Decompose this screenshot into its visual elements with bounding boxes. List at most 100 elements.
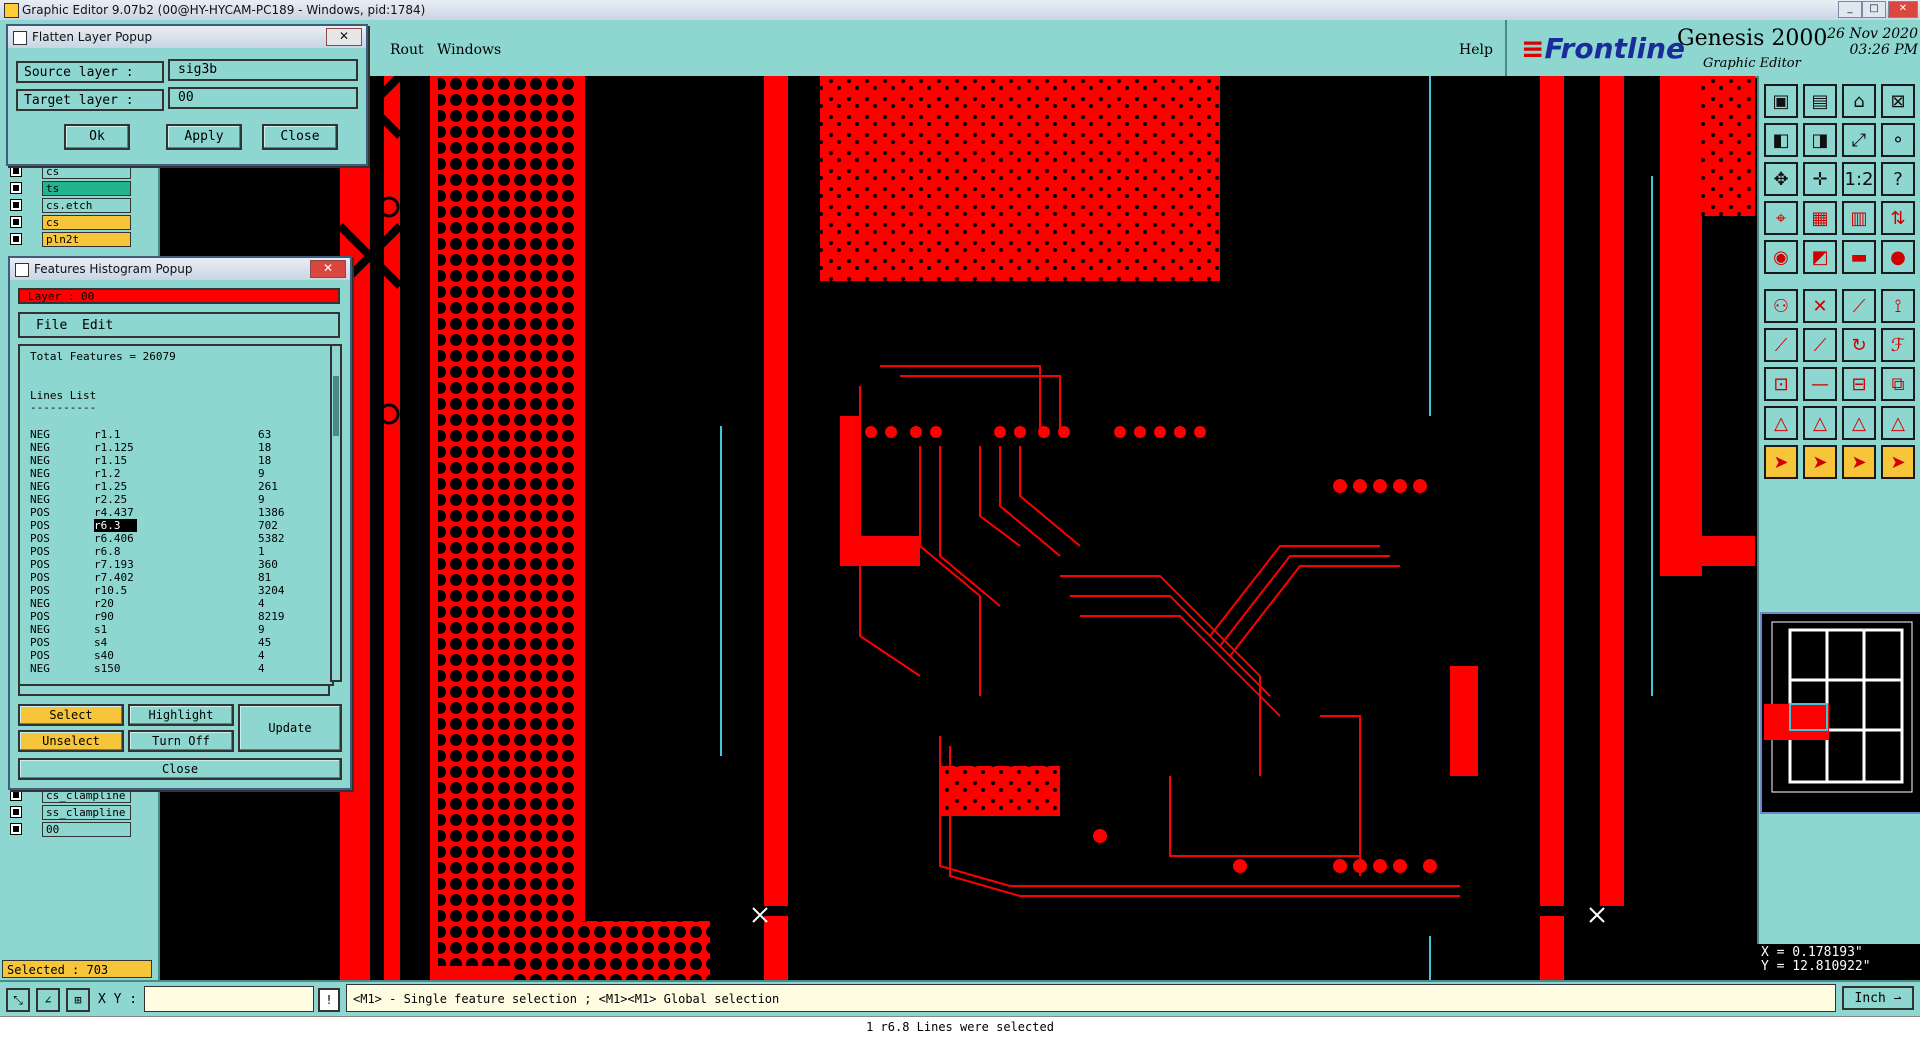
pointer2-icon[interactable]: ➤ [1803,445,1837,479]
histogram-close-button[interactable]: Close [18,758,342,780]
layer-checkbox[interactable] [10,806,22,818]
xy-input[interactable] [144,986,314,1012]
close-button[interactable]: Close [262,124,338,150]
circle-icon[interactable]: ● [1881,240,1915,274]
layer-row[interactable]: cs.etch [4,198,154,213]
menu-windows[interactable]: Windows [437,42,501,58]
ok-button[interactable]: Ok [64,124,130,150]
slash-red-icon[interactable]: ⟋ [1803,328,1837,362]
list-scrollbar[interactable] [330,344,342,682]
net-icon-glyph: ⚇ [1772,295,1790,317]
move-icon[interactable]: ✥ [1764,162,1798,196]
copy-icon[interactable]: ⧉ [1881,367,1915,401]
zoom-home-icon[interactable]: ⊠ [1881,84,1915,118]
ruler-icon[interactable]: ▬ [1842,240,1876,274]
arc-point-icon[interactable]: ⟟ [1881,289,1915,323]
zoom-fit-icon[interactable]: ⤢ [1842,123,1876,157]
poly2-icon[interactable]: △ [1803,406,1837,440]
maximize-button[interactable]: □ [1862,1,1886,18]
minus-icon[interactable]: — [1803,367,1837,401]
poly2-icon-glyph: △ [1813,412,1827,434]
center-icon[interactable]: ✛ [1803,162,1837,196]
layer-row[interactable]: ts [4,181,154,196]
layer-row[interactable]: cs [4,215,154,230]
layer-checkbox[interactable] [10,182,22,194]
graphic-canvas[interactable] [160,76,1755,980]
histogram-popup-close[interactable]: ✕ [310,260,346,278]
update-button[interactable]: Update [238,704,342,752]
horizontal-scrollbar[interactable] [18,684,330,696]
rotate-icon[interactable]: ↻ [1842,328,1876,362]
pointer3-icon[interactable]: ➤ [1842,445,1876,479]
layer-checkbox[interactable] [10,216,22,228]
snap-icon[interactable]: ⇅ [1881,201,1915,235]
pad-icon[interactable]: ◉ [1764,240,1798,274]
highlight-button[interactable]: Highlight [128,704,234,726]
pan-left-icon[interactable]: ◧ [1764,123,1798,157]
menu-file[interactable]: File [36,318,67,333]
menu-rout[interactable]: Rout [390,42,424,58]
menu-help[interactable]: Help [1459,42,1493,58]
drill-icon[interactable]: ⊡ [1764,367,1798,401]
minimize-button[interactable]: _ [1838,1,1862,18]
home-icon[interactable]: ⌂ [1842,84,1876,118]
select-button[interactable]: Select [18,704,124,726]
measure-angle-icon[interactable]: ∠ [36,988,60,1012]
layer-checkbox[interactable] [10,233,22,245]
help-icon[interactable]: ? [1881,162,1915,196]
pointer-icon[interactable]: ➤ [1764,445,1798,479]
layer-checkbox[interactable] [10,823,22,835]
panel-icon[interactable]: ⊟ [1842,367,1876,401]
pcb-artwork [337,76,1755,980]
line-icon[interactable]: ◩ [1803,240,1837,274]
menu-edit[interactable]: Edit [82,318,113,333]
layer-row[interactable]: pln2t [4,232,154,247]
feature-symbol: s4 [94,636,108,649]
flatten-popup-close[interactable]: ✕ [326,28,362,46]
grid-icon[interactable]: ▦ [1803,201,1837,235]
features-list[interactable]: Total Features = 26079 Lines List ------… [18,344,334,686]
net-icon[interactable]: ⚇ [1764,289,1798,323]
zoom-select-icon[interactable]: ⚬ [1881,123,1915,157]
poly-icon-glyph: △ [1774,412,1788,434]
layer-row[interactable]: 00 [4,822,154,837]
layer-checkbox[interactable] [10,165,22,177]
apply-button[interactable]: Apply [166,124,242,150]
feature-symbol: r6.406 [94,532,134,545]
layer-name: pln2t [42,232,131,247]
layer-row[interactable]: ss_clampline [4,805,154,820]
units-button[interactable]: Inch ⇀ [1842,986,1914,1010]
text-icon[interactable]: ℱ [1881,328,1915,362]
pan-right-icon[interactable]: ◨ [1803,123,1837,157]
zoom-window-icon[interactable]: ⤡ [6,988,30,1012]
minus-icon-glyph: — [1811,373,1829,395]
alert-icon[interactable]: ! [318,988,340,1012]
poly4-icon[interactable]: △ [1881,406,1915,440]
ratio-icon[interactable]: 1:2 [1842,162,1876,196]
layer-row[interactable]: cs [4,164,154,179]
measure-icon[interactable]: ⌖ [1764,201,1798,235]
turn-off-button[interactable]: Turn Off [128,730,234,752]
close-window-button[interactable]: ✕ [1888,1,1918,18]
overview-map[interactable] [1760,612,1920,814]
pointer4-icon[interactable]: ➤ [1881,445,1915,479]
unselect-button[interactable]: Unselect [18,730,124,752]
layer-row[interactable]: cs_clampline [4,788,154,803]
scrollbar-thumb[interactable] [333,376,339,436]
target-layer-input[interactable]: 00 [168,87,358,109]
layers-icon[interactable]: ▥ [1842,201,1876,235]
feature-symbol: r1.25 [94,480,128,493]
connect-icon[interactable]: ⟋ [1842,289,1876,323]
layer-checkbox[interactable] [10,789,22,801]
grid-toggle-icon[interactable]: ⊞ [66,988,90,1012]
slash-icon[interactable]: ⟋ [1764,328,1798,362]
source-layer-input[interactable]: sig3b [168,59,358,81]
mouse-prompt: <M1> - Single feature selection ; <M1><M… [346,984,1836,1012]
poly3-icon[interactable]: △ [1842,406,1876,440]
layer-checkbox[interactable] [10,199,22,211]
open-step-icon[interactable]: ▣ [1764,84,1798,118]
cross-icon[interactable]: ✕ [1803,289,1837,323]
save-icon[interactable]: ▤ [1803,84,1837,118]
poly-icon[interactable]: △ [1764,406,1798,440]
home-icon-glyph: ⌂ [1853,90,1865,112]
